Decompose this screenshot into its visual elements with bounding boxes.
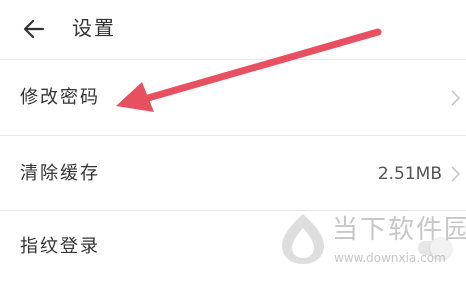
top-bar: 设置	[0, 0, 466, 58]
watermark-url: www.downxia.com	[334, 251, 446, 265]
clear-cache-row[interactable]: 清除缓存 2.51MB	[0, 136, 466, 210]
fingerprint-login-label: 指纹登录	[20, 236, 100, 257]
chevron-right-icon	[451, 166, 461, 182]
change-password-row[interactable]: 修改密码	[0, 60, 466, 134]
watermark: 当下软件园 www.downxia.com	[276, 208, 466, 282]
chevron-right-icon	[451, 90, 461, 106]
change-password-label: 修改密码	[20, 87, 100, 108]
page-title: 设置	[72, 16, 116, 40]
watermark-title: 当下软件园	[332, 215, 466, 245]
watermark-logo-icon	[282, 214, 324, 264]
cache-size-value: 2.51MB	[377, 164, 442, 184]
arrow-left-icon[interactable]	[22, 17, 46, 41]
clear-cache-label: 清除缓存	[20, 163, 100, 184]
